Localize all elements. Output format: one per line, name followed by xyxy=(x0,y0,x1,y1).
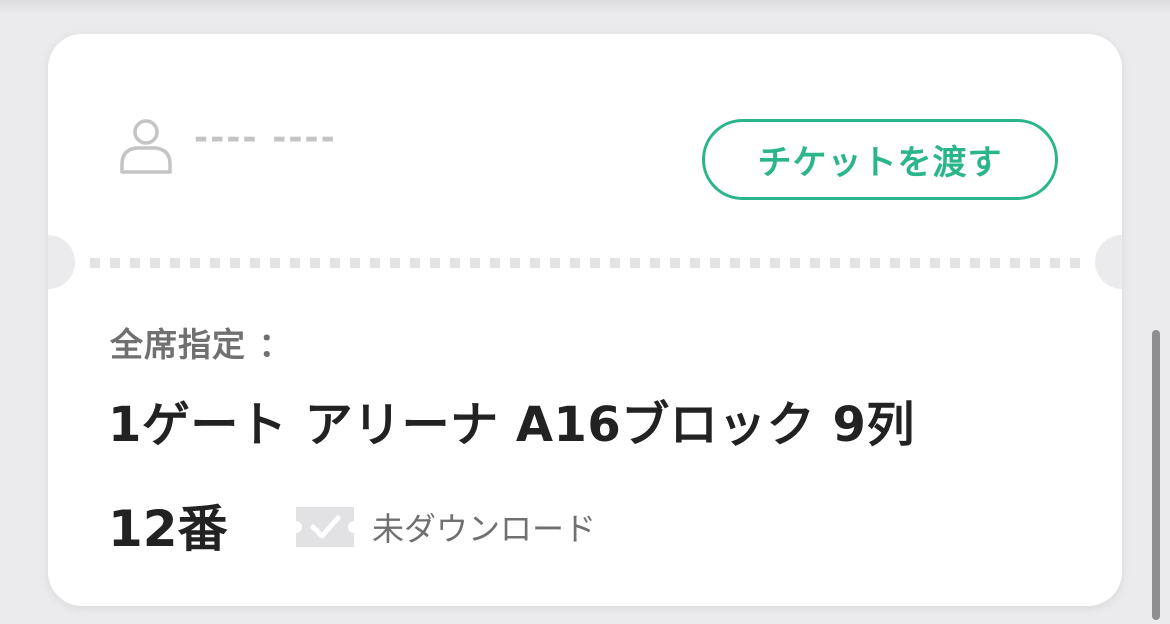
perforation-divider xyxy=(90,258,1080,268)
ticket-notch-right xyxy=(1095,235,1122,289)
ticket-notch-left xyxy=(48,235,75,289)
scrollbar[interactable] xyxy=(1152,330,1160,620)
seat-location: 1ゲート アリーナ A16ブロック 9列 xyxy=(108,397,915,453)
owner-name: ---- ---- xyxy=(194,118,337,158)
ticket-owner: ---- ---- xyxy=(118,116,337,176)
ticket-card: ---- ---- チケットを渡す 全席指定 ： 1ゲート アリーナ A16ブロ… xyxy=(48,34,1122,606)
transfer-ticket-button[interactable]: チケットを渡す xyxy=(702,119,1058,200)
check-ticket-icon xyxy=(296,507,354,547)
download-status-label: 未ダウンロード xyxy=(372,510,597,548)
top-shadow xyxy=(0,0,1170,14)
seat-number: 12番 xyxy=(108,500,228,558)
download-status: 未ダウンロード xyxy=(296,504,596,550)
seat-type-label: 全席指定 ： xyxy=(110,325,293,364)
person-icon xyxy=(120,119,172,174)
